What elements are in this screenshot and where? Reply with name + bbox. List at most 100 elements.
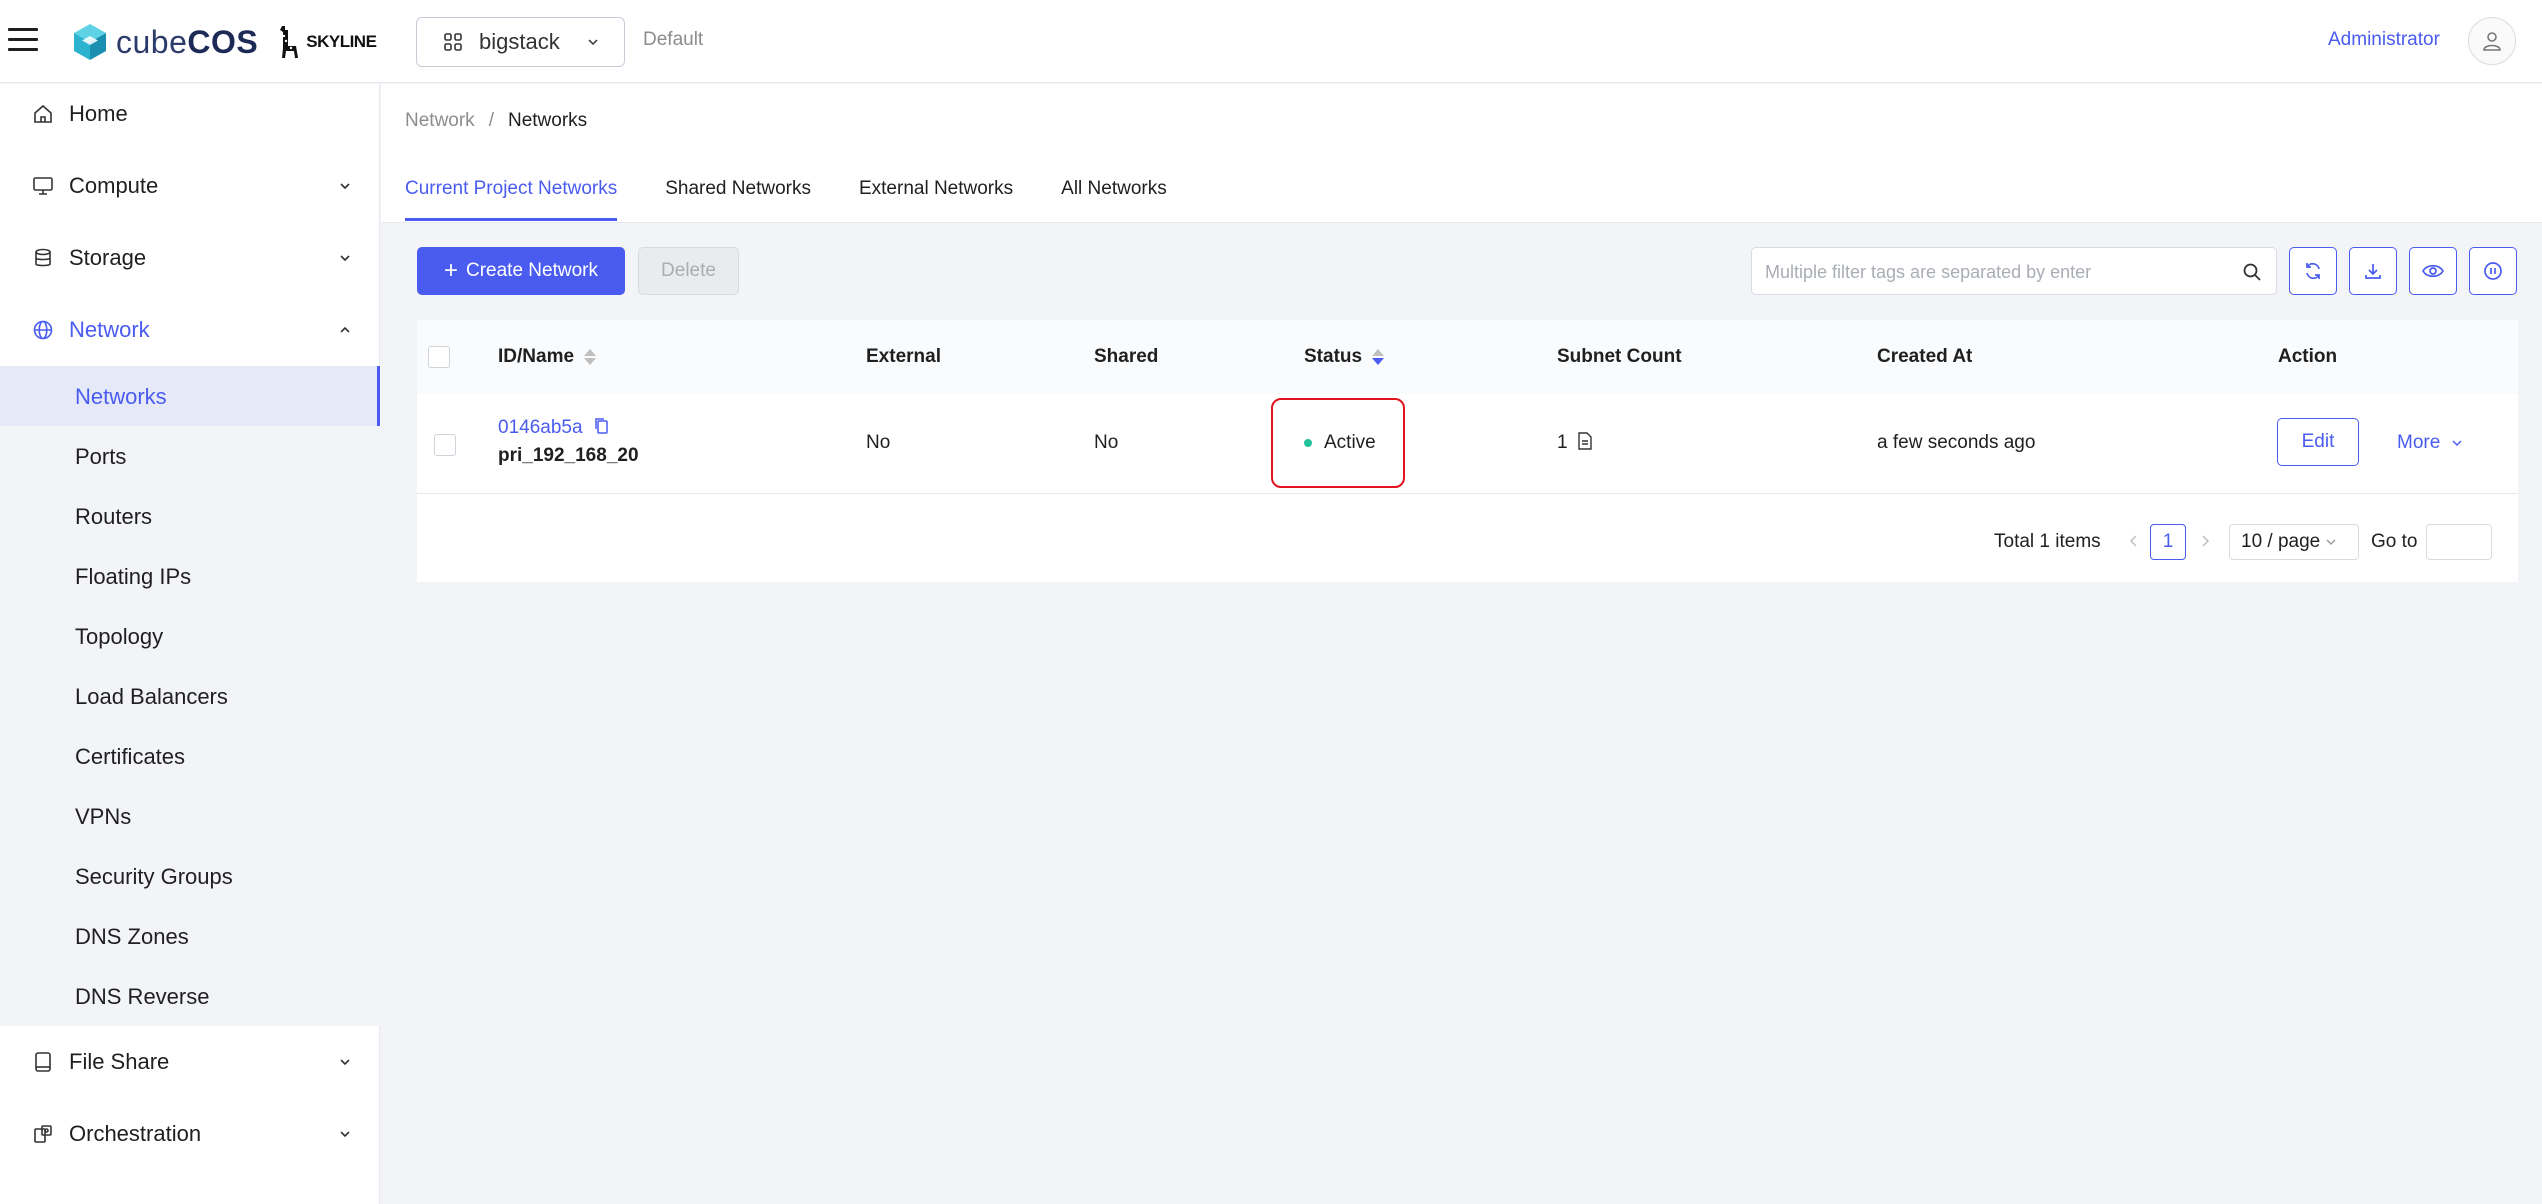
- skyline-logo: SKYLINE: [276, 24, 377, 60]
- delete-button[interactable]: Delete: [638, 247, 739, 295]
- sidebar-item-storage[interactable]: Storage: [0, 228, 380, 288]
- prev-page-icon[interactable]: [2127, 533, 2141, 549]
- brand-name: cubeCOS: [116, 23, 259, 60]
- sidebar-item-file-share[interactable]: File Share: [0, 1032, 380, 1092]
- sidebar-item-routers[interactable]: Routers: [0, 486, 380, 546]
- sidebar-item-certificates[interactable]: Certificates: [0, 726, 380, 786]
- sidebar-item-network[interactable]: Network: [0, 300, 380, 360]
- column-shared: Shared: [1094, 346, 1159, 367]
- download-button[interactable]: [2349, 247, 2397, 295]
- download-icon: [2365, 264, 2381, 279]
- giraffe-icon: [280, 26, 299, 58]
- sidebar-item-dns-zones[interactable]: DNS Zones: [0, 906, 380, 966]
- external-cell: No: [866, 432, 891, 453]
- refresh-button[interactable]: [2289, 247, 2337, 295]
- project-name: bigstack: [479, 29, 560, 54]
- column-created-at: Created At: [1877, 346, 1973, 367]
- next-page-icon[interactable]: [2198, 533, 2212, 549]
- home-icon: [34, 104, 52, 123]
- sidebar-item-vpns[interactable]: VPNs: [0, 786, 380, 846]
- column-subnet-count: Subnet Count: [1557, 346, 1682, 367]
- menu-toggle-icon[interactable]: [8, 28, 38, 54]
- breadcrumb: Network / Networks: [405, 110, 587, 132]
- monitor-icon: [33, 177, 53, 195]
- sidebar-item-compute[interactable]: Compute: [0, 156, 380, 216]
- sidebar-item-load-balancers[interactable]: Load Balancers: [0, 666, 380, 726]
- row-checkbox[interactable]: [434, 434, 456, 456]
- chevron-down-icon: [340, 255, 350, 262]
- breadcrumb-current: Networks: [507, 110, 588, 131]
- apps-grid-icon: [444, 33, 462, 51]
- subnet-count-cell: 1: [1557, 432, 1593, 454]
- sidebar-item-label: Home: [69, 101, 128, 126]
- tab-all-networks[interactable]: All Networks: [1061, 178, 1167, 221]
- tab-external-networks[interactable]: External Networks: [859, 178, 1013, 221]
- chevron-down-icon: [2452, 440, 2462, 447]
- sidebar-item-orchestration[interactable]: Orchestration: [0, 1104, 380, 1164]
- user-icon: [2483, 32, 2501, 51]
- created-at-cell: a few seconds ago: [1877, 432, 2036, 453]
- sort-icon: [584, 349, 597, 365]
- sidebar-item-floating-ips[interactable]: Floating IPs: [0, 546, 380, 606]
- project-select[interactable]: bigstack: [416, 17, 625, 67]
- search-icon[interactable]: [2242, 262, 2262, 282]
- sidebar-item-label: Network: [69, 317, 150, 342]
- edit-button[interactable]: Edit: [2277, 418, 2359, 466]
- create-network-button[interactable]: + Create Network: [417, 247, 625, 295]
- tab-shared-networks[interactable]: Shared Networks: [665, 178, 811, 221]
- sidebar-item-dns-reverse[interactable]: DNS Reverse: [0, 966, 380, 1026]
- status-highlight-box: [1271, 398, 1405, 488]
- column-external: External: [866, 346, 941, 367]
- sidebar: Home Compute Storage Network Networks Po…: [0, 84, 380, 1204]
- partner-name: SKYLINE: [306, 32, 377, 51]
- delete-label: Delete: [661, 260, 716, 281]
- more-actions-dropdown[interactable]: More: [2397, 432, 2464, 454]
- plus-icon: +: [443, 257, 458, 284]
- sidebar-item-home[interactable]: Home: [0, 84, 380, 144]
- page-number[interactable]: 1: [2150, 524, 2186, 560]
- column-visibility-button[interactable]: [2409, 247, 2457, 295]
- sidebar-item-networks[interactable]: Networks: [0, 366, 380, 426]
- user-menu-link[interactable]: Administrator: [2328, 29, 2440, 51]
- sidebar-item-label: File Share: [69, 1049, 170, 1074]
- select-all-checkbox[interactable]: [428, 346, 450, 368]
- column-id-name[interactable]: ID/Name: [498, 346, 597, 368]
- chevron-up-icon: [340, 326, 350, 333]
- search-input[interactable]: [1765, 260, 2225, 284]
- tab-current-project-networks[interactable]: Current Project Networks: [405, 178, 618, 221]
- table-row: 0146ab5a pri_192_168_20 No No Active 1 a…: [417, 394, 2518, 494]
- top-bar: cubeCOS SKYLINE bigstack Default Adminis…: [0, 0, 2542, 83]
- chevron-down-icon: [340, 183, 350, 190]
- breadcrumb-separator: /: [488, 110, 494, 131]
- cube-logo-icon: [74, 24, 106, 60]
- document-icon[interactable]: [1577, 432, 1593, 450]
- sidebar-item-label: Storage: [69, 245, 147, 270]
- create-network-label: Create Network: [466, 260, 598, 281]
- database-icon: [35, 248, 51, 267]
- network-id-cell: 0146ab5a: [498, 417, 610, 439]
- pause-refresh-button[interactable]: [2469, 247, 2517, 295]
- chevron-down-icon: [588, 39, 598, 46]
- network-id-link[interactable]: 0146ab5a: [498, 417, 583, 438]
- goto-page-input[interactable]: [2426, 524, 2492, 560]
- orchestration-icon: [34, 1125, 52, 1143]
- total-items: Total 1 items: [1994, 531, 2101, 552]
- app-logo[interactable]: cubeCOS SKYLINE: [72, 20, 377, 64]
- goto-label: Go to: [2371, 531, 2418, 552]
- sort-icon: [1372, 349, 1385, 365]
- sidebar-item-ports[interactable]: Ports: [0, 426, 380, 486]
- network-name: pri_192_168_20: [498, 445, 639, 466]
- networks-table: ID/Name External Shared Status Subnet Co…: [417, 320, 2518, 582]
- page-size-select[interactable]: 10 / page: [2229, 524, 2359, 560]
- column-status[interactable]: Status: [1304, 346, 1385, 368]
- avatar[interactable]: [2468, 17, 2516, 65]
- network-submenu: Networks Ports Routers Floating IPs Topo…: [0, 366, 380, 1026]
- sidebar-item-topology[interactable]: Topology: [0, 606, 380, 666]
- domain-label: Default: [643, 29, 704, 50]
- breadcrumb-parent[interactable]: Network: [405, 110, 475, 132]
- copy-icon[interactable]: [594, 417, 610, 435]
- network-tabs: Current Project Networks Shared Networks…: [405, 178, 1215, 221]
- globe-icon: [33, 320, 53, 340]
- sidebar-item-security-groups[interactable]: Security Groups: [0, 846, 380, 906]
- refresh-icon: [2306, 262, 2320, 280]
